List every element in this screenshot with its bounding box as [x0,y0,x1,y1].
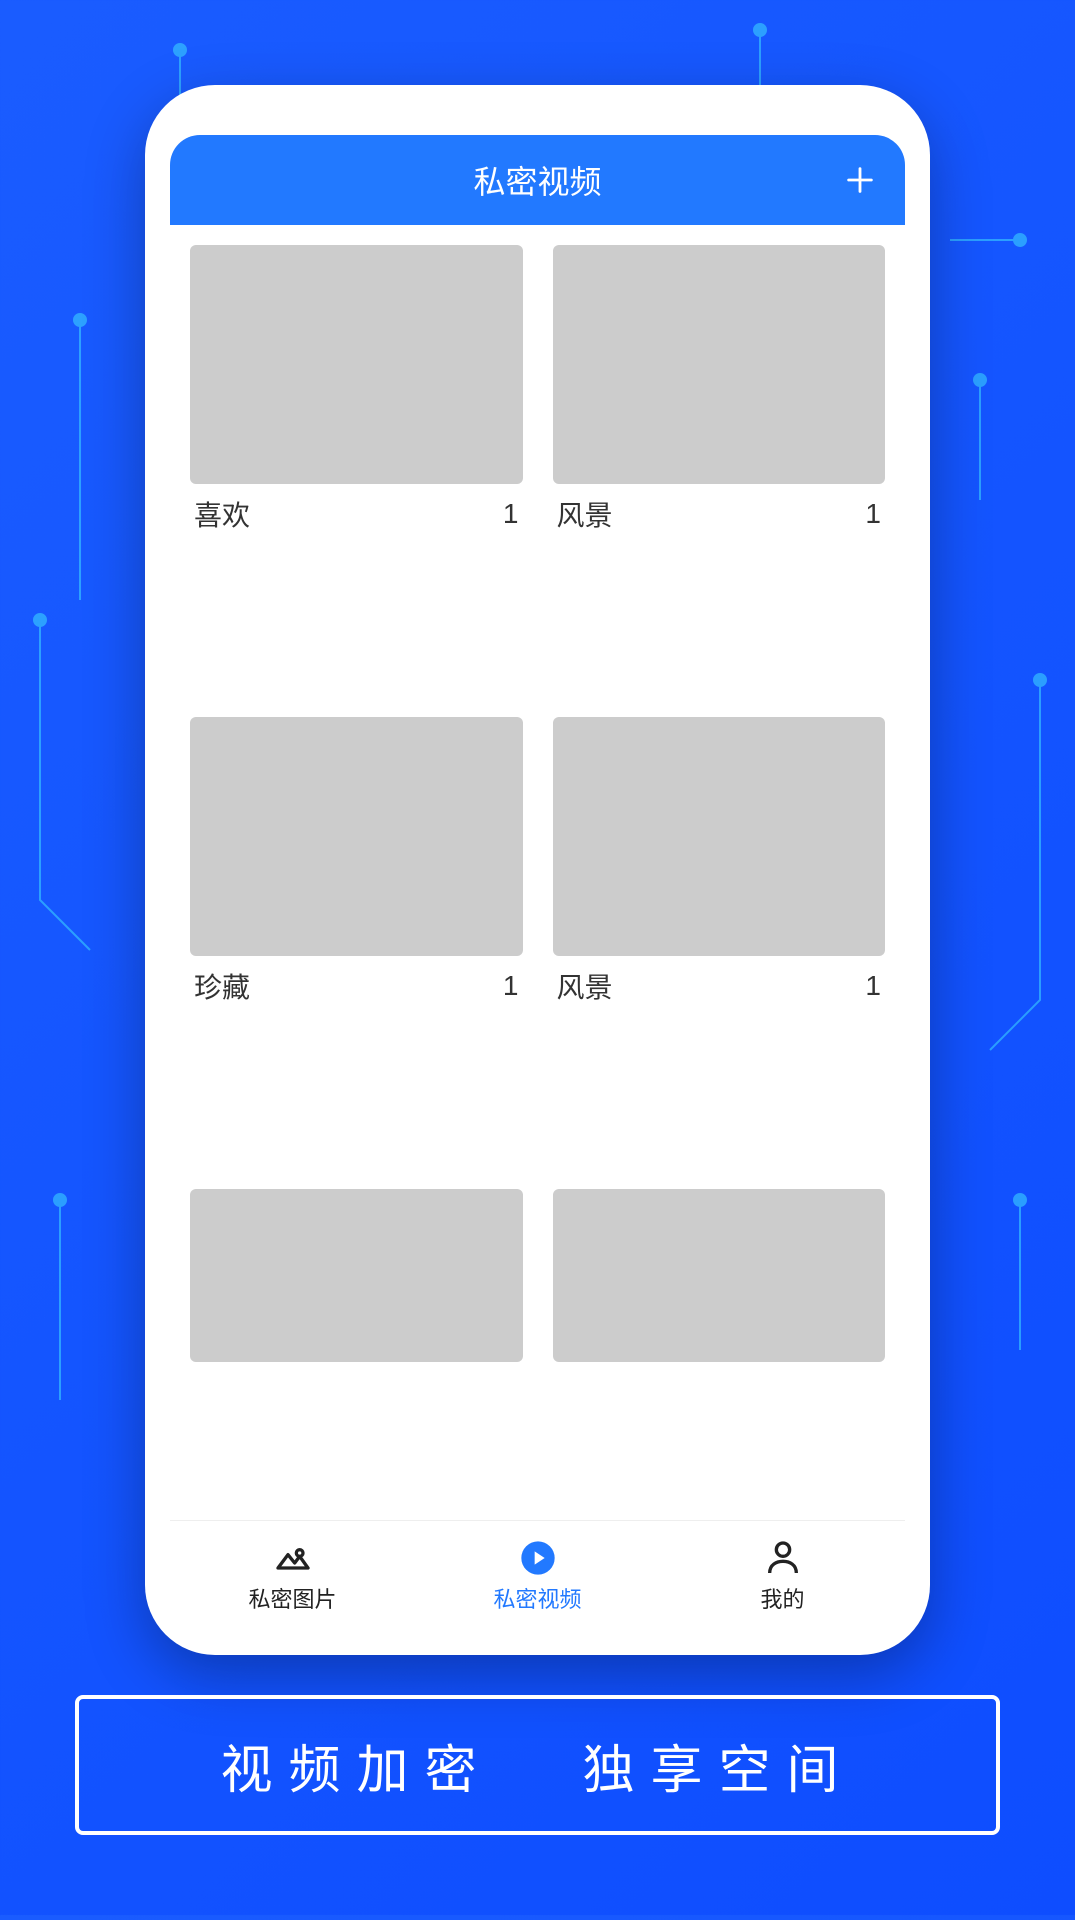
album-thumbnail [553,1189,886,1362]
plus-icon [843,163,877,197]
image-icon [273,1538,313,1578]
album-item[interactable] [190,1189,523,1520]
album-item[interactable]: 珍藏 1 [190,717,523,1169]
album-item[interactable]: 风景 1 [553,717,886,1169]
album-count: 1 [503,498,519,530]
nav-label: 私密图片 [248,1582,336,1614]
album-item[interactable]: 喜欢 1 [190,245,523,697]
album-item[interactable] [553,1189,886,1520]
album-label: 喜欢 [194,494,250,534]
promo-banner: 视频加密 独享空间 [75,1695,1000,1835]
play-circle-icon [518,1538,558,1578]
album-thumbnail [553,245,886,484]
album-thumbnail [190,245,523,484]
nav-tab-private-images[interactable]: 私密图片 [170,1521,415,1630]
page-title: 私密视频 [473,157,601,203]
phone-screen: 私密视频 喜欢 1 风景 1 [170,135,905,1630]
banner-text-right: 独享空间 [583,1728,855,1803]
bottom-nav: 私密图片 私密视频 我的 [170,1520,905,1630]
nav-label: 私密视频 [493,1582,581,1614]
person-icon [763,1538,803,1578]
album-thumbnail [190,717,523,956]
banner-text-left: 视频加密 [220,1728,492,1803]
album-item[interactable]: 风景 1 [553,245,886,697]
album-label: 风景 [557,966,613,1006]
album-grid: 喜欢 1 风景 1 珍藏 1 风景 [170,225,905,1520]
album-count: 1 [865,970,881,1002]
album-label: 珍藏 [194,966,250,1006]
album-thumbnail [553,717,886,956]
add-button[interactable] [840,160,880,200]
album-count: 1 [865,498,881,530]
album-count: 1 [503,970,519,1002]
album-label: 风景 [557,494,613,534]
nav-tab-private-videos[interactable]: 私密视频 [415,1521,660,1630]
album-thumbnail [190,1189,523,1362]
nav-label: 我的 [760,1582,804,1614]
nav-tab-profile[interactable]: 我的 [660,1521,905,1630]
phone-mockup: 私密视频 喜欢 1 风景 1 [145,85,930,1655]
app-header: 私密视频 [170,135,905,225]
